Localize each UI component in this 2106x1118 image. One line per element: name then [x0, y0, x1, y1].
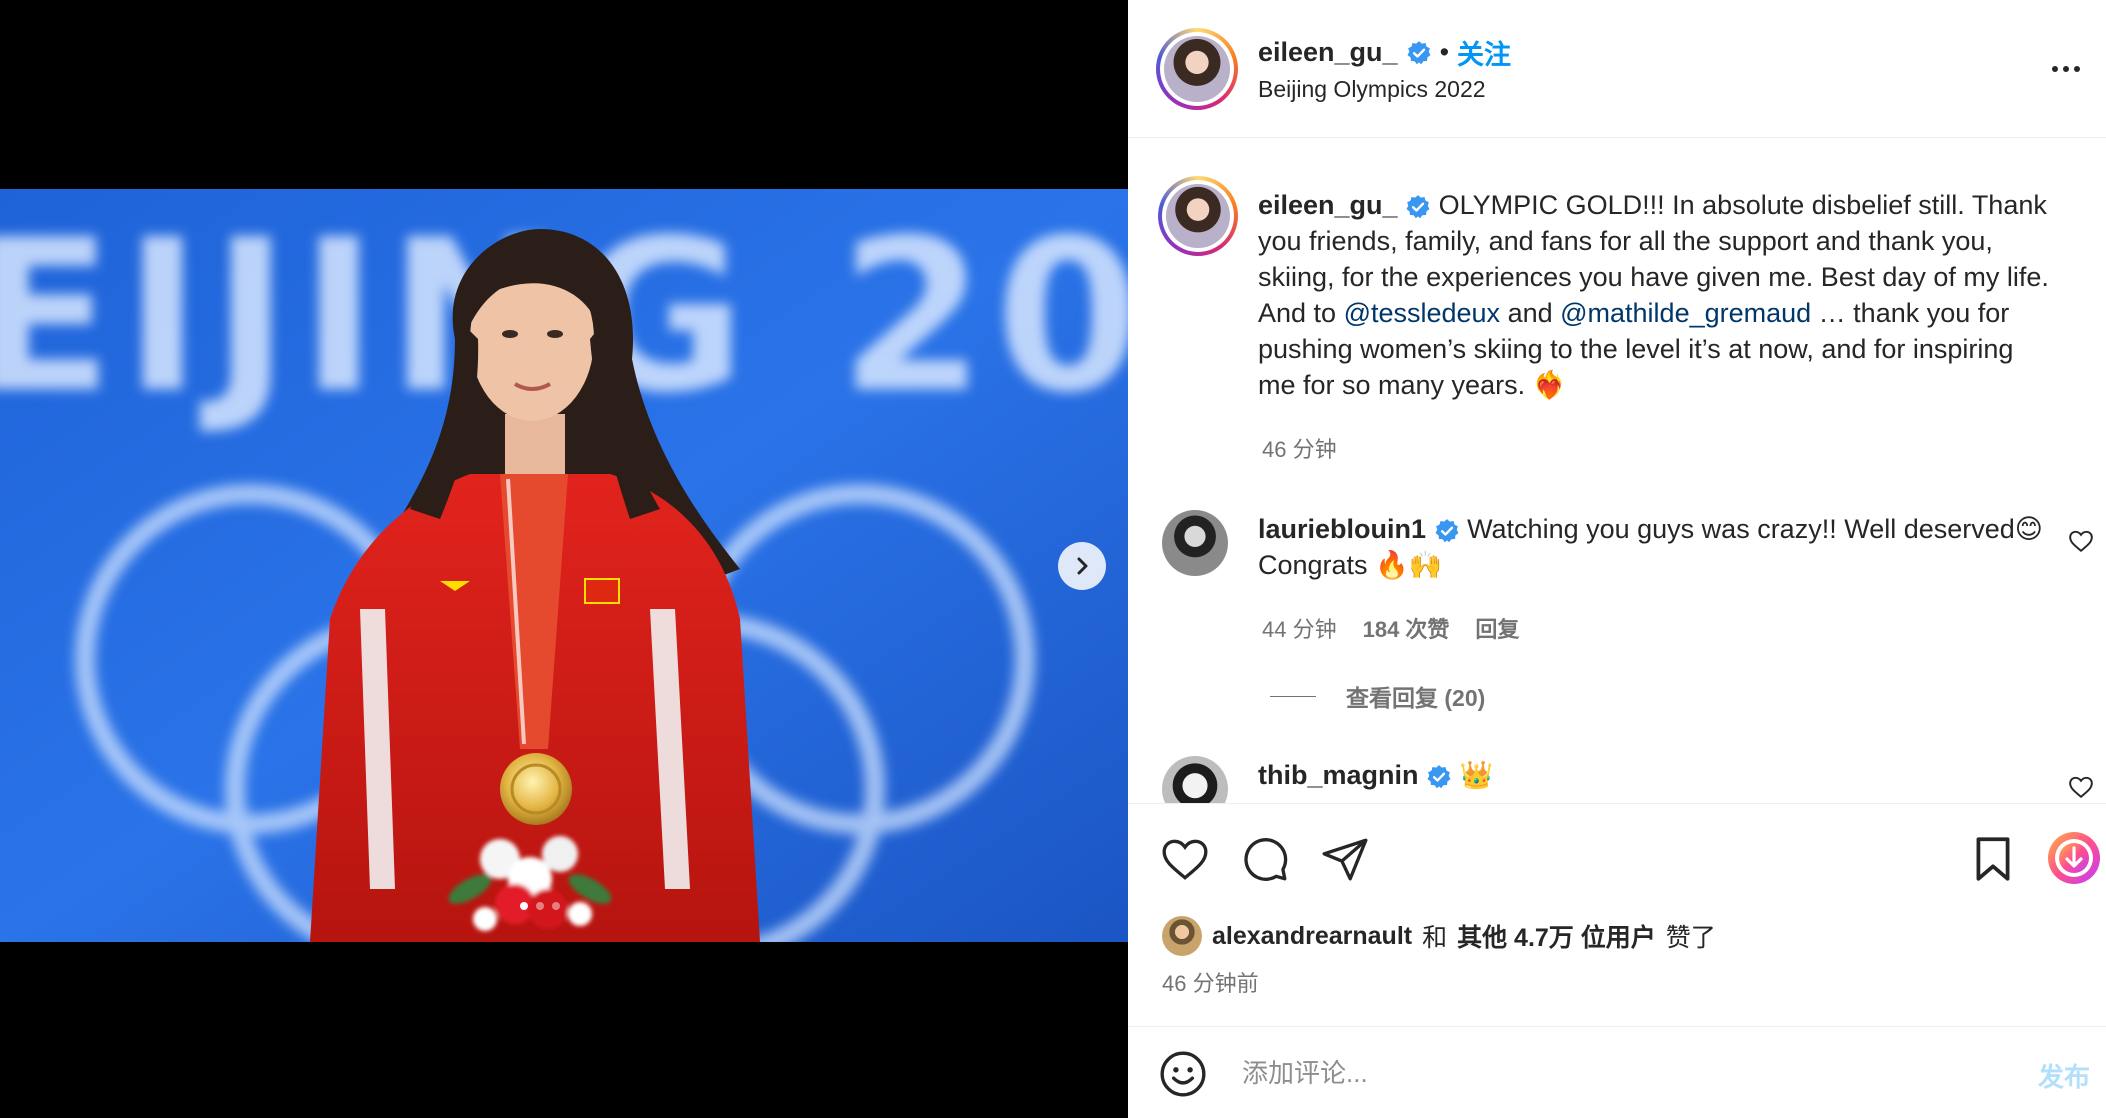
verified-badge-icon — [1427, 764, 1451, 789]
carousel-dot — [536, 902, 544, 910]
liker-username[interactable]: alexandrearnault — [1212, 922, 1412, 951]
like-heart-icon[interactable] — [1160, 834, 1210, 884]
add-comment-bar: 发布 — [1128, 1026, 2106, 1118]
comment-time[interactable]: 44 分钟 — [1262, 612, 1337, 644]
comment-like-heart-icon[interactable] — [2068, 774, 2094, 800]
comment-text: 👑 — [1459, 760, 1494, 790]
carousel-dot-active — [520, 902, 528, 910]
comment-body: laurieblouin1 Watching you guys was craz… — [1258, 511, 2058, 583]
comment-username[interactable]: laurieblouin1 — [1258, 514, 1426, 544]
header-user-row: eileen_gu_ • 关注 — [1258, 33, 1511, 72]
likes-summary: alexandrearnault 和 其他 4.7万 位用户 赞了 — [1162, 916, 1716, 956]
comments-list[interactable]: eileen_gu_ OLYMPIC GOLD!!! In absolute d… — [1128, 139, 2106, 803]
mention-link[interactable]: @tessledeux — [1344, 298, 1501, 328]
more-dot-icon — [2052, 66, 2058, 72]
chevron-right-icon — [1077, 557, 1088, 575]
comment-body: thib_magnin 👑 — [1258, 757, 2058, 793]
liker-avatar[interactable] — [1162, 916, 1202, 956]
verified-badge-icon — [1435, 518, 1459, 543]
verified-badge-icon — [1406, 194, 1430, 219]
reply-button[interactable]: 回复 — [1475, 612, 1519, 644]
more-dot-icon — [2074, 66, 2080, 72]
mention-link[interactable]: @mathilde_gremaud — [1560, 298, 1811, 328]
likes-suffix: 赞了 — [1665, 924, 1716, 952]
carousel-dots — [520, 902, 560, 910]
carousel-dot — [552, 902, 560, 910]
view-replies-label: 查看回复 (20) — [1346, 685, 1486, 711]
caption-avatar[interactable] — [1158, 176, 1238, 256]
post-time-ago[interactable]: 46 分钟前 — [1162, 966, 1259, 998]
author-username[interactable]: eileen_gu_ — [1258, 37, 1398, 68]
author-avatar[interactable] — [1156, 28, 1238, 110]
comment-bubble-icon[interactable] — [1240, 834, 1290, 884]
post-photo[interactable]: EIJING 202 — [0, 189, 1128, 942]
emoji-icon[interactable] — [1158, 1049, 1208, 1099]
more-options-button[interactable] — [2052, 54, 2092, 84]
comment-input[interactable] — [1242, 1049, 2002, 1097]
comment-username[interactable]: thib_magnin — [1258, 760, 1419, 790]
replies-divider — [1270, 695, 1316, 697]
comment-meta: 44 分钟 184 次赞 回复 — [1262, 612, 1519, 644]
comment-avatar[interactable] — [1162, 756, 1228, 803]
verified-badge-icon — [1407, 40, 1431, 64]
likes-and: 和 — [1422, 924, 1448, 952]
post-header: eileen_gu_ • 关注 Beijing Olympics 2022 — [1128, 0, 2106, 138]
caption-meta: 46 分钟 — [1262, 432, 1337, 464]
caption-text-2: and — [1500, 298, 1561, 328]
post-comment-button[interactable]: 发布 — [2038, 1057, 2090, 1094]
caption-username[interactable]: eileen_gu_ — [1258, 190, 1398, 220]
header-separator: • — [1439, 37, 1450, 67]
view-replies-button[interactable]: 查看回复 (20) — [1270, 679, 1485, 713]
caption: eileen_gu_ OLYMPIC GOLD!!! In absolute d… — [1258, 187, 2058, 403]
comment-like-heart-icon[interactable] — [2068, 528, 2094, 554]
likes-others-link[interactable]: 其他 4.7万 位用户 — [1457, 918, 1656, 954]
comment-likes[interactable]: 184 次赞 — [1363, 612, 1450, 644]
more-dot-icon — [2063, 66, 2069, 72]
caption-time[interactable]: 46 分钟 — [1262, 432, 1337, 464]
comment-avatar[interactable] — [1162, 510, 1228, 576]
media-pane: EIJING 202 — [0, 0, 1128, 1118]
save-bookmark-icon[interactable] — [1968, 834, 2018, 884]
post-location[interactable]: Beijing Olympics 2022 — [1258, 76, 1486, 103]
post-actions: alexandrearnault 和 其他 4.7万 位用户 赞了 46 分钟前 — [1128, 803, 2106, 1025]
share-send-icon[interactable] — [1320, 834, 1370, 884]
next-image-button[interactable] — [1058, 542, 1106, 590]
download-extension-icon[interactable] — [2046, 830, 2102, 886]
follow-button[interactable]: 关注 — [1457, 33, 1511, 72]
post-side-panel: eileen_gu_ • 关注 Beijing Olympics 2022 ei… — [1128, 0, 2106, 1118]
